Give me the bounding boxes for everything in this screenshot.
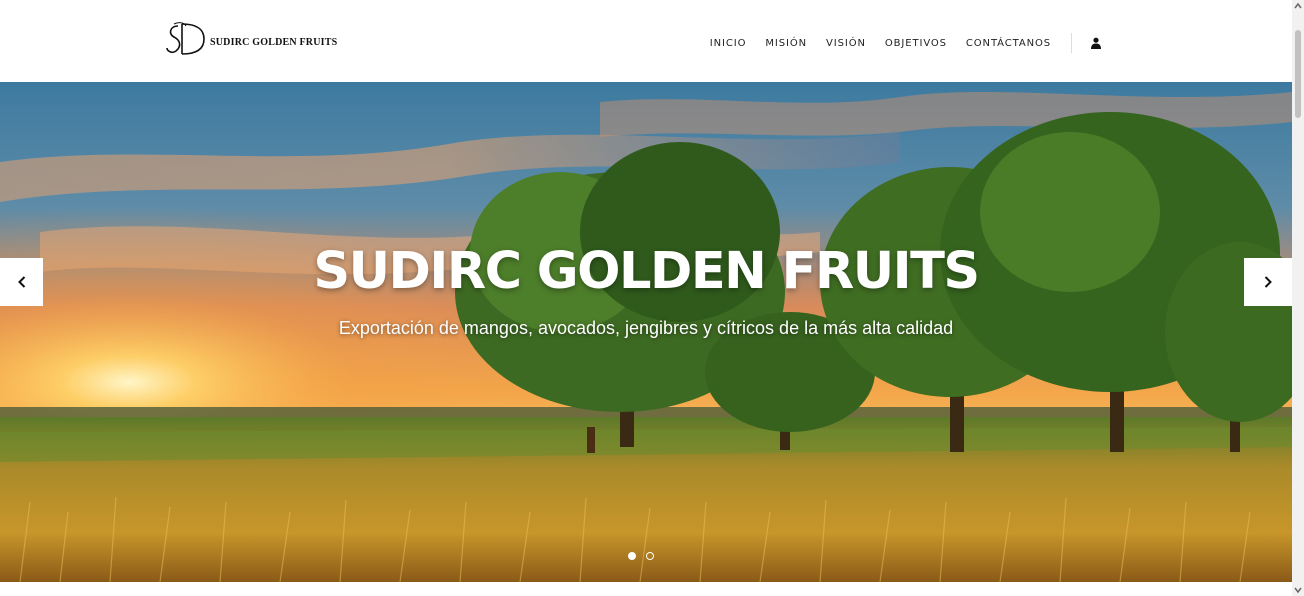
logo-monogram-icon bbox=[166, 22, 205, 55]
nav-item-mision[interactable]: MISIÓN bbox=[765, 38, 807, 49]
scroll-down-icon[interactable] bbox=[1294, 586, 1302, 594]
chevron-right-icon bbox=[1264, 276, 1272, 288]
slider-prev-button[interactable] bbox=[0, 258, 43, 306]
scrollbar-thumb[interactable] bbox=[1295, 30, 1301, 118]
chevron-left-icon bbox=[17, 276, 25, 288]
nav-divider bbox=[1071, 33, 1072, 53]
brand-logo[interactable]: SUDIRC GOLDEN FRUITS bbox=[164, 20, 337, 58]
site-header: SUDIRC GOLDEN FRUITS INICIO MISIÓN VISIÓ… bbox=[0, 0, 1292, 82]
hero-slider: SUDIRC GOLDEN FRUITS Exportación de mang… bbox=[0, 82, 1292, 582]
user-icon[interactable] bbox=[1090, 37, 1102, 49]
slider-dots bbox=[628, 552, 664, 560]
hero-subtitle: Exportación de mangos, avocados, jengibr… bbox=[338, 318, 954, 338]
hero-title: SUDIRC GOLDEN FRUITS bbox=[313, 242, 980, 301]
nav-item-inicio[interactable]: INICIO bbox=[710, 38, 747, 49]
slider-dot-1[interactable] bbox=[628, 552, 636, 560]
slider-next-button[interactable] bbox=[1244, 258, 1292, 306]
slider-dot-2[interactable] bbox=[646, 552, 654, 560]
scroll-up-icon[interactable] bbox=[1294, 2, 1302, 10]
nav-item-vision[interactable]: VISIÓN bbox=[826, 38, 866, 49]
main-nav: INICIO MISIÓN VISIÓN OBJETIVOS CONTÁCTAN… bbox=[710, 33, 1102, 53]
nav-item-contactanos[interactable]: CONTÁCTANOS bbox=[966, 38, 1051, 49]
nav-item-objetivos[interactable]: OBJETIVOS bbox=[885, 38, 947, 49]
logo-text: SUDIRC GOLDEN FRUITS bbox=[210, 36, 338, 48]
page-scrollbar[interactable] bbox=[1292, 0, 1304, 596]
